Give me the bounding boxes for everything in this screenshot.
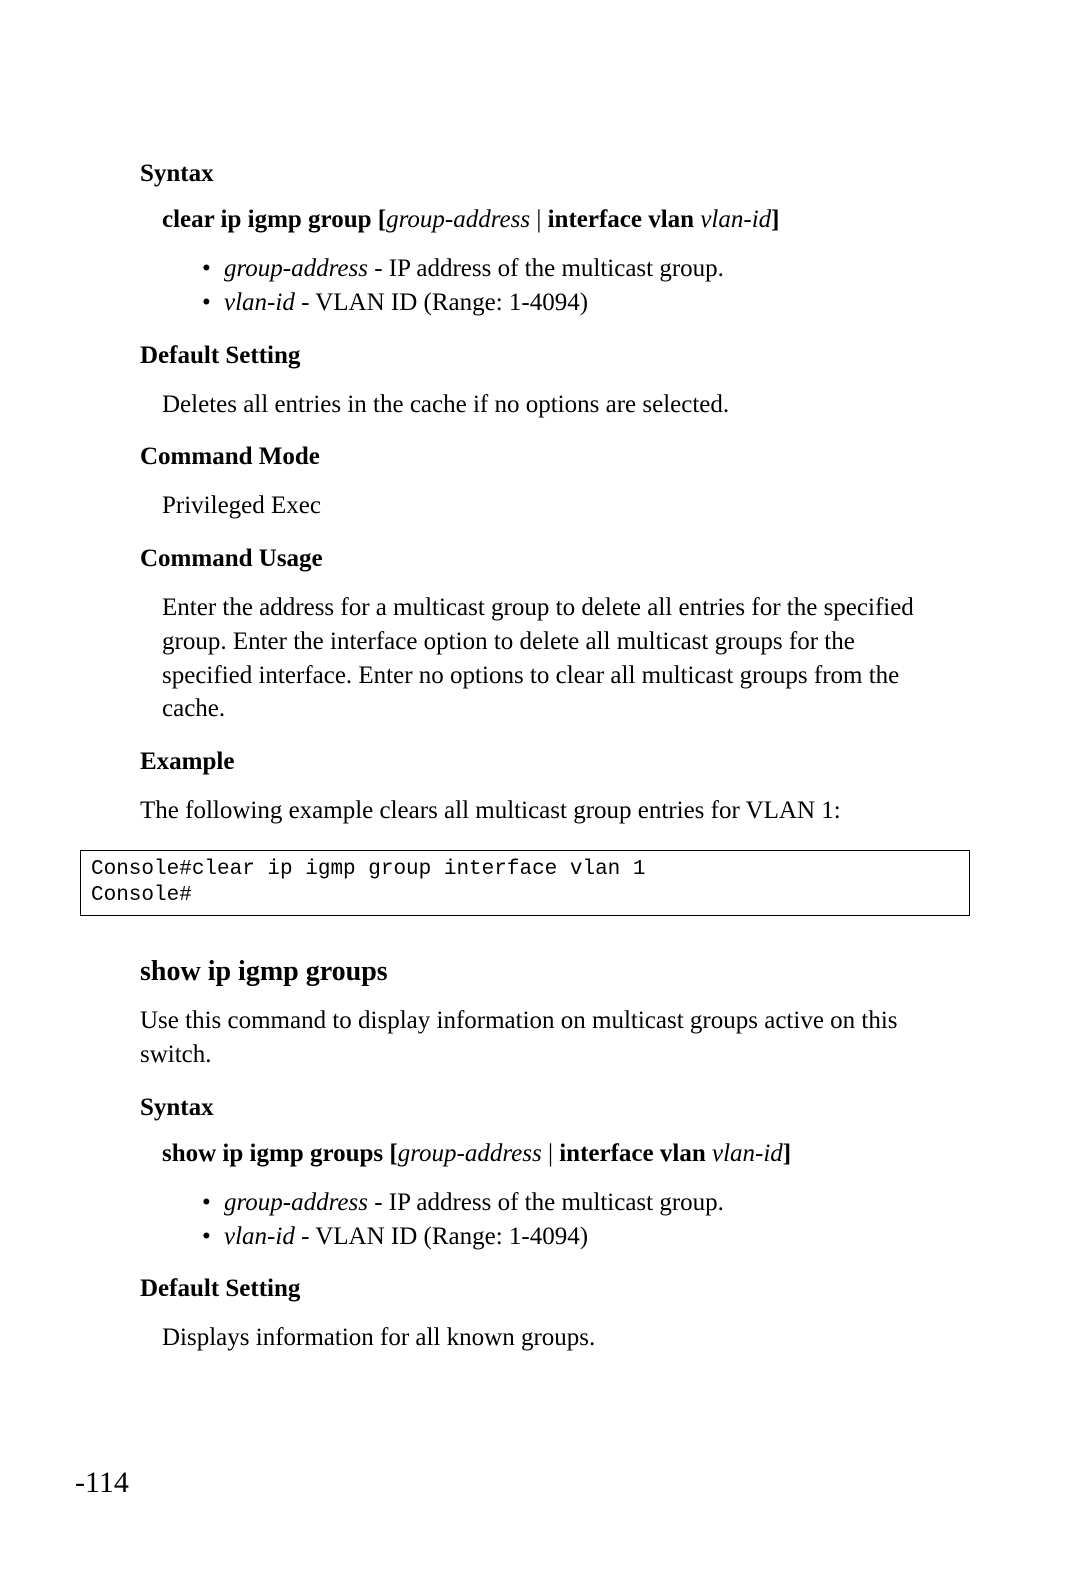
page-content: Syntax clear ip igmp group [group-addres… xyxy=(140,160,940,1355)
bracket-close-2: ] xyxy=(783,1140,791,1167)
param-list-2: group-address - IP address of the multic… xyxy=(202,1186,940,1254)
code-block: Console#clear ip igmp group interface vl… xyxy=(80,850,970,917)
command-usage-text: Enter the address for a multicast group … xyxy=(162,591,940,726)
example-intro-text: The following example clears all multica… xyxy=(140,794,940,828)
default-setting-heading-2: Default Setting xyxy=(140,1275,940,1303)
pipe-1: | xyxy=(530,206,548,233)
bracket-open-1: [ xyxy=(372,206,387,233)
command-title-show-ip-igmp-groups: show ip igmp groups xyxy=(140,956,940,988)
syntax-heading-1: Syntax xyxy=(140,160,940,188)
example-heading: Example xyxy=(140,748,940,776)
param-group-address-1: group-address xyxy=(386,206,530,233)
param-vlan-id-1: vlan-id xyxy=(694,206,771,233)
pipe-2: | xyxy=(542,1140,560,1167)
command-intro-text: Use this command to display information … xyxy=(140,1004,940,1072)
cmd-interface-vlan-2: interface vlan xyxy=(559,1140,705,1167)
param-list-1: group-address - IP address of the multic… xyxy=(202,252,940,320)
syntax-line-1: clear ip igmp group [group-address | int… xyxy=(162,206,940,234)
param-desc: - IP address of the multicast group. xyxy=(368,255,724,282)
list-item: group-address - IP address of the multic… xyxy=(202,1186,940,1220)
param-name: group-address xyxy=(224,1189,368,1216)
list-item: vlan-id - VLAN ID (Range: 1-4094) xyxy=(202,1220,940,1254)
param-name: vlan-id xyxy=(224,289,295,316)
param-desc: - VLAN ID (Range: 1-4094) xyxy=(295,1223,588,1250)
command-usage-heading: Command Usage xyxy=(140,545,940,573)
param-vlan-id-2: vlan-id xyxy=(706,1140,783,1167)
param-name: group-address xyxy=(224,255,368,282)
bracket-close-1: ] xyxy=(771,206,779,233)
default-setting-text-2: Displays information for all known group… xyxy=(162,1321,940,1355)
param-desc: - IP address of the multicast group. xyxy=(368,1189,724,1216)
command-mode-text: Privileged Exec xyxy=(162,489,940,523)
list-item: vlan-id - VLAN ID (Range: 1-4094) xyxy=(202,286,940,320)
default-setting-heading-1: Default Setting xyxy=(140,342,940,370)
cmd-interface-vlan-1: interface vlan xyxy=(548,206,694,233)
cmd-name-2: show ip igmp groups xyxy=(162,1140,383,1167)
syntax-heading-2: Syntax xyxy=(140,1094,940,1122)
param-name: vlan-id xyxy=(224,1223,295,1250)
cmd-name-1: clear ip igmp group xyxy=(162,206,372,233)
syntax-line-2: show ip igmp groups [group-address | int… xyxy=(162,1140,940,1168)
default-setting-text-1: Deletes all entries in the cache if no o… xyxy=(162,388,940,422)
page-number: -114 xyxy=(75,1466,129,1500)
command-mode-heading: Command Mode xyxy=(140,443,940,471)
param-group-address-2: group-address xyxy=(398,1140,542,1167)
param-desc: - VLAN ID (Range: 1-4094) xyxy=(295,289,588,316)
list-item: group-address - IP address of the multic… xyxy=(202,252,940,286)
bracket-open-2: [ xyxy=(383,1140,398,1167)
